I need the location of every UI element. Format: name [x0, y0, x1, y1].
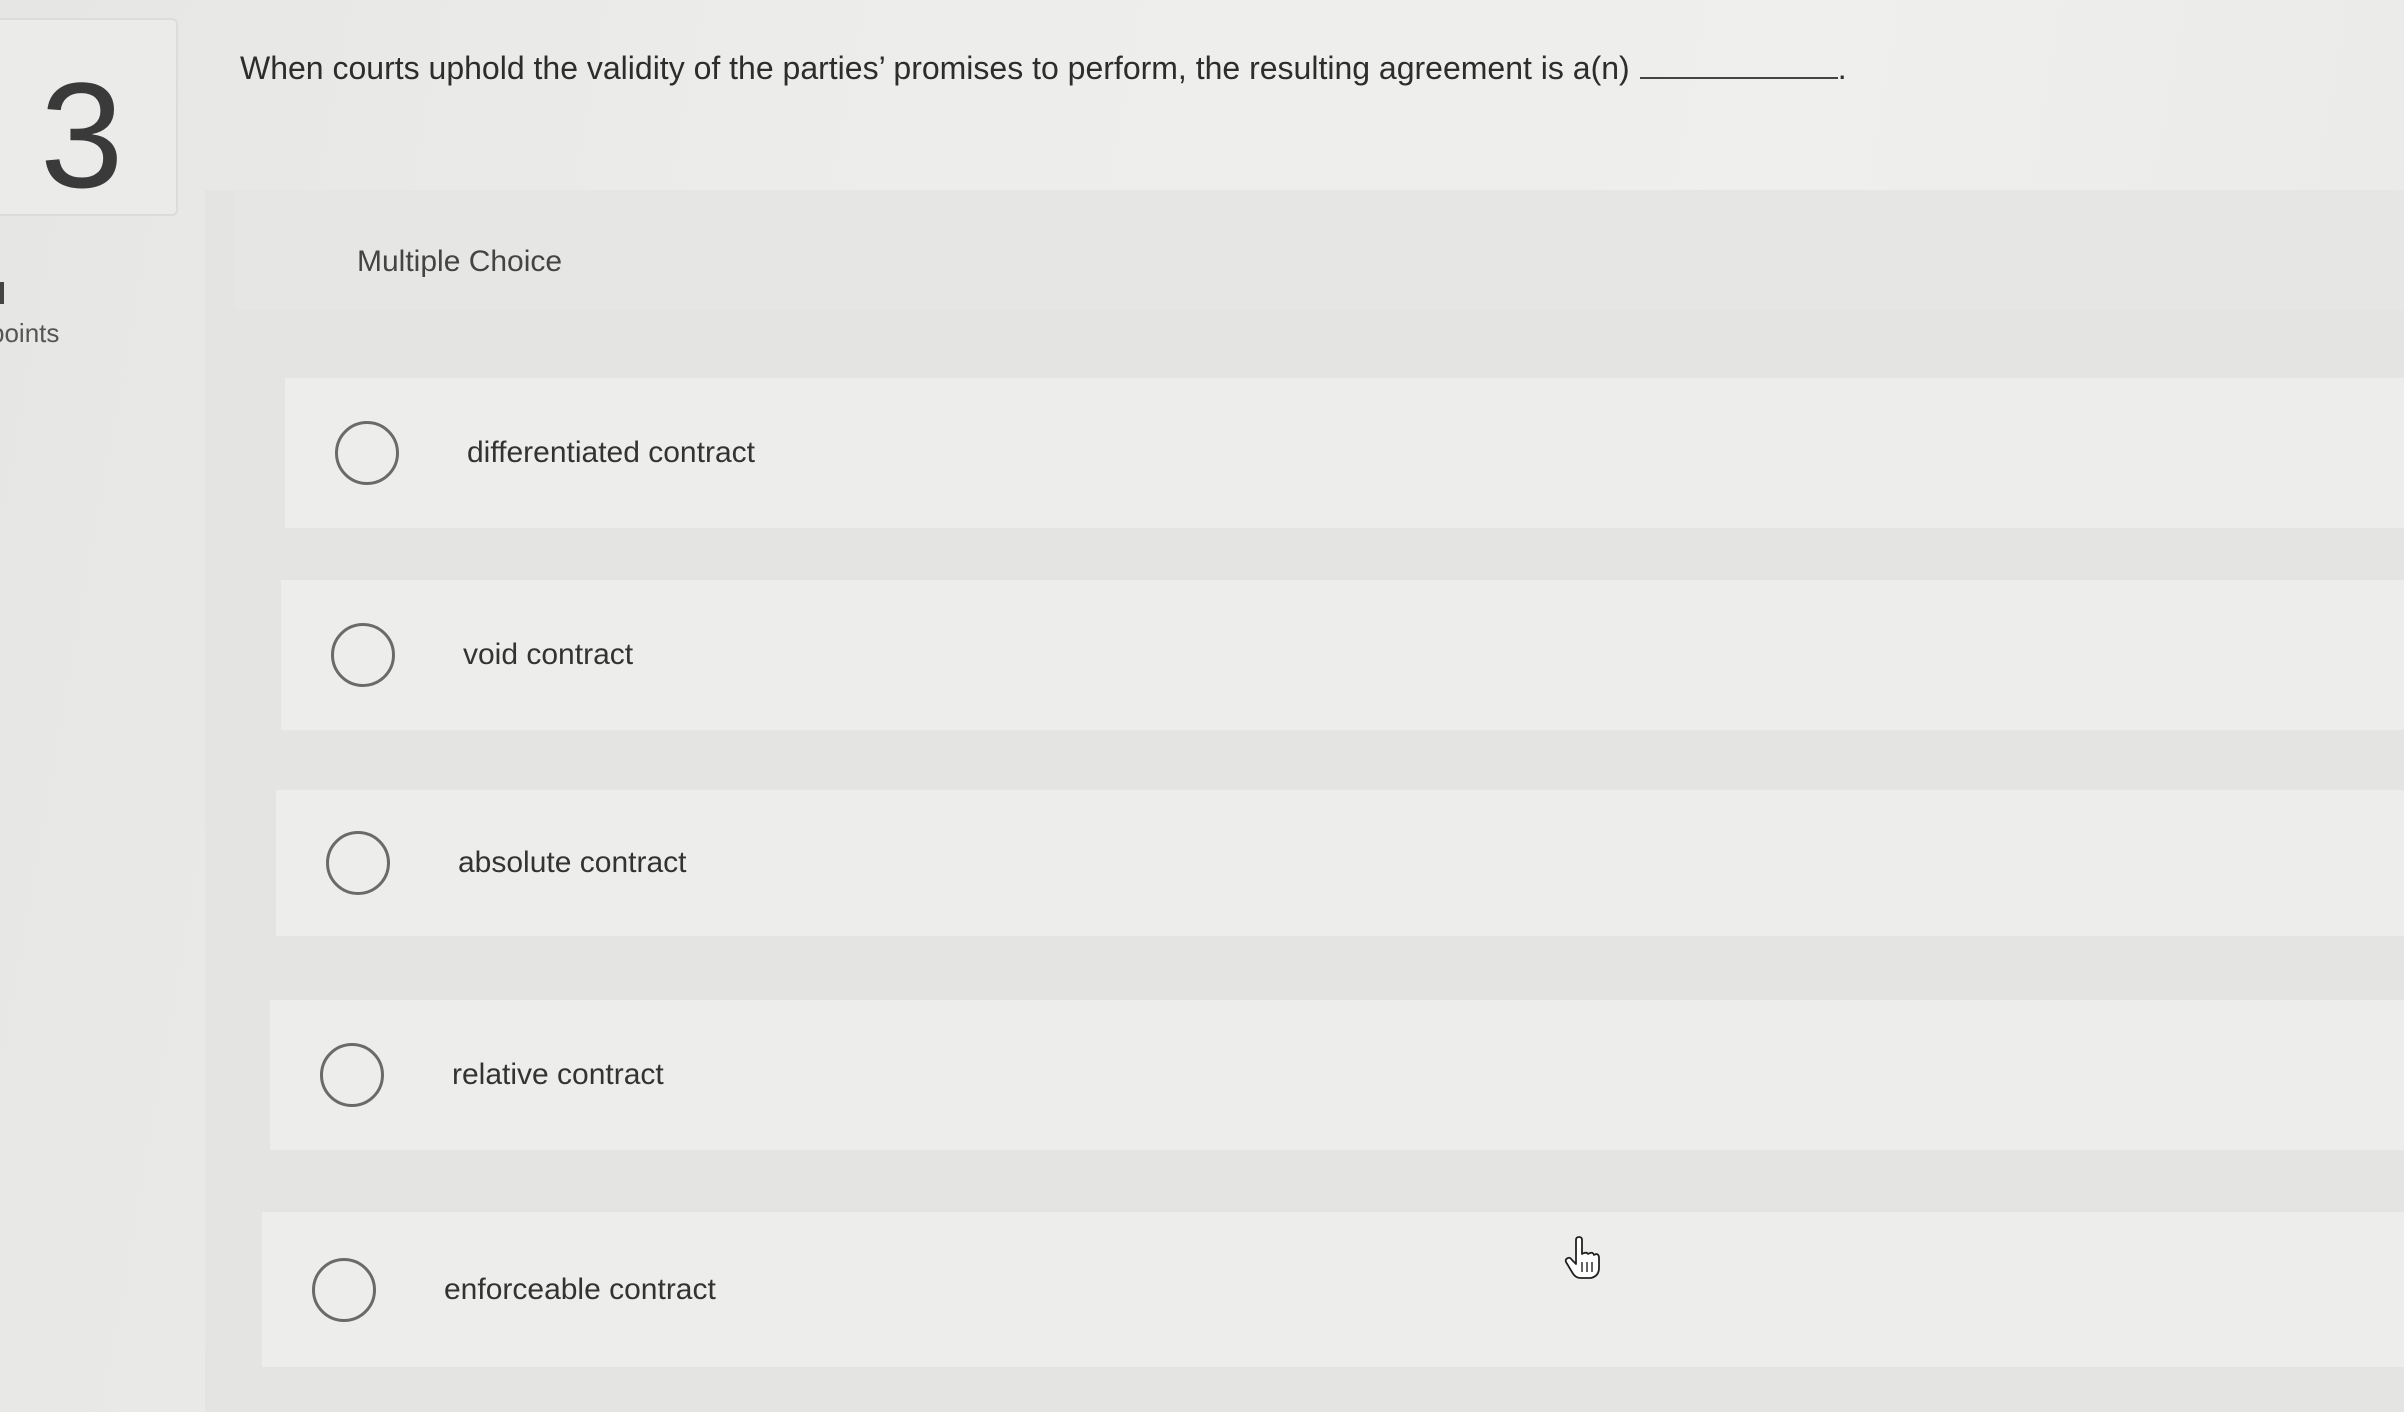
- option-label[interactable]: enforceable contract: [444, 1273, 716, 1307]
- option-absolute-contract[interactable]: absolute contract: [276, 790, 2404, 936]
- points-label: points: [0, 318, 60, 348]
- radio-unselected-icon[interactable]: [312, 1257, 376, 1322]
- option-differentiated-contract[interactable]: differentiated contract: [285, 378, 2404, 528]
- option-label[interactable]: absolute contract: [458, 846, 686, 880]
- option-relative-contract[interactable]: relative contract: [270, 1000, 2404, 1150]
- radio-unselected-icon[interactable]: [326, 831, 390, 895]
- radio-unselected-icon[interactable]: [335, 421, 399, 485]
- option-enforceable-contract[interactable]: enforceable contract: [262, 1212, 2404, 1367]
- question-type-title: Multiple Choice: [357, 245, 563, 278]
- radio-unselected-icon[interactable]: [331, 623, 395, 687]
- question-period: .: [1837, 50, 1847, 86]
- answer-panel-header: Multiple Choice: [235, 190, 2404, 310]
- points-value-marker: [0, 282, 4, 304]
- option-label[interactable]: void contract: [463, 638, 633, 672]
- question-text-row: When courts uphold the validity of the p…: [240, 50, 1847, 87]
- answer-blank: [1639, 77, 1838, 79]
- question-text: When courts uphold the validity of the p…: [240, 50, 1630, 86]
- question-number: 3: [40, 51, 124, 219]
- option-void-contract[interactable]: void contract: [281, 580, 2404, 730]
- question-number-box: 3: [0, 18, 178, 216]
- radio-unselected-icon[interactable]: [320, 1043, 384, 1107]
- hand-pointer-icon: [1564, 1236, 1600, 1279]
- option-label[interactable]: relative contract: [452, 1058, 664, 1092]
- option-label[interactable]: differentiated contract: [467, 436, 755, 470]
